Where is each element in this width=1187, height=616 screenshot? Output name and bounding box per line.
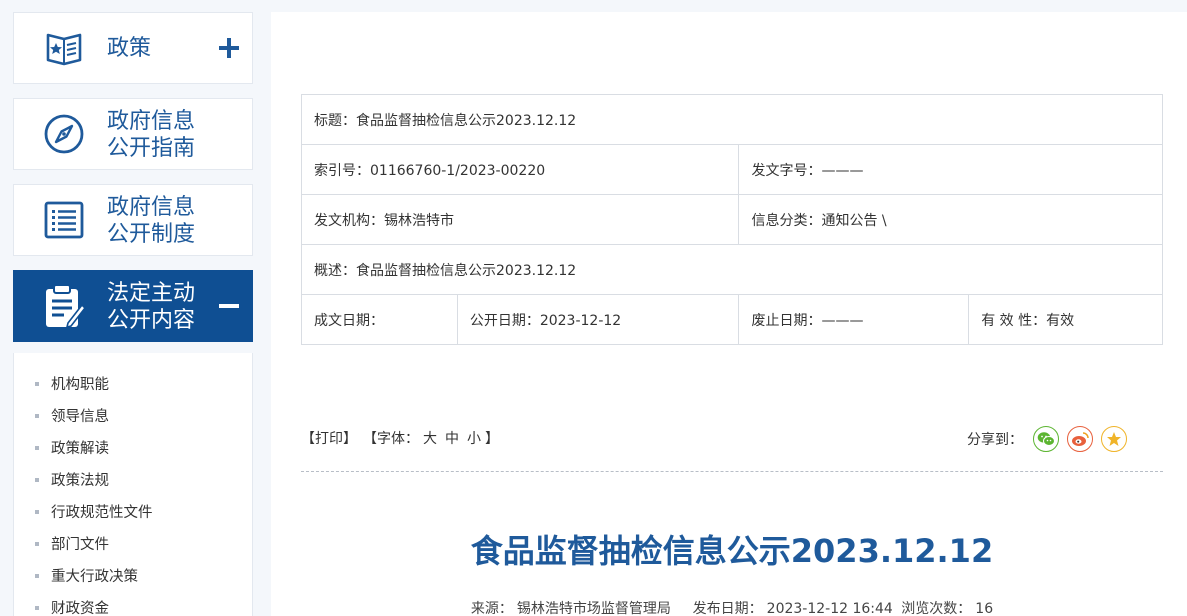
meta-title: 标题：食品监督抽检信息公示2023.12.12 <box>301 94 1163 145</box>
sub-item-department-documents[interactable]: 部门文件 <box>35 533 109 554</box>
views-label: 浏览次数： <box>901 601 972 616</box>
policy-book-icon <box>42 26 86 70</box>
meta-index-no: 索引号：01166760-1/2023-00220 <box>300 144 740 195</box>
font-size-suffix: 】 <box>485 431 499 447</box>
list-document-icon <box>42 198 86 242</box>
sub-item-fiscal-funds[interactable]: 财政资金 <box>35 597 109 616</box>
font-medium-button[interactable]: 中 <box>445 428 459 448</box>
meta-validity: 有 效 性：有效 <box>968 294 1163 345</box>
meta-created-date: 成文日期： <box>301 294 458 345</box>
date-value: 2023-12-12 16:44 <box>766 601 893 616</box>
sidebar-item-label: 公开内容 <box>107 308 196 333</box>
sidebar-item-disclosure-system[interactable]: 政府信息 公开制度 <box>13 184 253 256</box>
sidebar-item-label: 公开指南 <box>107 136 196 161</box>
clipboard-edit-icon <box>42 284 86 329</box>
meta-expired-date: 废止日期：——— <box>738 294 970 345</box>
source-label: 来源： <box>470 601 513 616</box>
meta-summary: 概述：食品监督抽检信息公示2023.12.12 <box>301 244 1163 295</box>
views-value: 16 <box>975 601 994 616</box>
minus-icon[interactable] <box>218 295 240 317</box>
date-label: 发布日期： <box>692 601 763 616</box>
sidebar-item-label: 政府信息 <box>107 195 196 220</box>
sidebar-sub-list: 机构职能 领导信息 政策解读 政策法规 行政规范性文件 部门文件 重大行政决策 … <box>13 353 253 616</box>
sidebar-item-disclosure-guide[interactable]: 政府信息 公开指南 <box>13 98 253 170</box>
font-large-button[interactable]: 大 <box>423 428 437 448</box>
sub-item-major-decisions[interactable]: 重大行政决策 <box>35 565 138 586</box>
sub-item-institution-functions[interactable]: 机构职能 <box>35 373 109 394</box>
main-content: 标题：食品监督抽检信息公示2023.12.12 索引号：01166760-1/2… <box>271 12 1187 616</box>
sub-item-leadership-info[interactable]: 领导信息 <box>35 405 109 426</box>
wechat-share-button[interactable] <box>1033 426 1059 452</box>
meta-issuer: 发文机构：锡林浩特市 <box>300 194 740 245</box>
compass-icon <box>42 112 86 156</box>
sub-item-normative-documents[interactable]: 行政规范性文件 <box>35 501 153 522</box>
meta-published-date: 公开日期：2023-12-12 <box>456 294 740 345</box>
article-toolbar: 【打印】 【字体： 大 中 小 】 分享到： <box>301 426 1163 472</box>
meta-category: 信息分类：通知公告 \ <box>738 194 1163 245</box>
metadata-table: 标题：食品监督抽检信息公示2023.12.12 索引号：01166760-1/2… <box>300 94 1163 345</box>
font-size-label: 【字体： <box>363 431 419 447</box>
favorite-share-button[interactable] <box>1101 426 1127 452</box>
font-small-button[interactable]: 小 <box>467 428 481 448</box>
sidebar-item-label: 公开制度 <box>107 222 196 247</box>
sidebar-item-policy[interactable]: 政策 <box>13 12 253 84</box>
plus-icon[interactable] <box>218 37 240 59</box>
article-byline: 来源： 锡林浩特市场监督管理局 发布日期： 2023-12-12 16:44 浏览次… <box>301 598 1163 616</box>
sidebar-item-label: 政策 <box>107 36 152 61</box>
sidebar-item-mandatory-disclosure[interactable]: 法定主动 公开内容 <box>13 270 253 342</box>
print-button[interactable]: 【打印】 <box>301 428 357 448</box>
weibo-share-button[interactable] <box>1067 426 1093 452</box>
sidebar-item-label: 政府信息 <box>107 109 196 134</box>
share-label: 分享到： <box>967 432 1023 448</box>
meta-doc-no: 发文字号：——— <box>738 144 1163 195</box>
star-icon <box>1107 432 1121 446</box>
article-title: 食品监督抽检信息公示2023.12.12 <box>470 532 994 570</box>
weibo-icon <box>1072 432 1089 446</box>
sidebar-item-label: 法定主动 <box>107 281 196 306</box>
sub-item-policy-interpretation[interactable]: 政策解读 <box>35 437 109 458</box>
sub-item-policy-regulations[interactable]: 政策法规 <box>35 469 109 490</box>
source-value: 锡林浩特市场监督管理局 <box>516 601 671 616</box>
wechat-icon <box>1037 432 1055 446</box>
